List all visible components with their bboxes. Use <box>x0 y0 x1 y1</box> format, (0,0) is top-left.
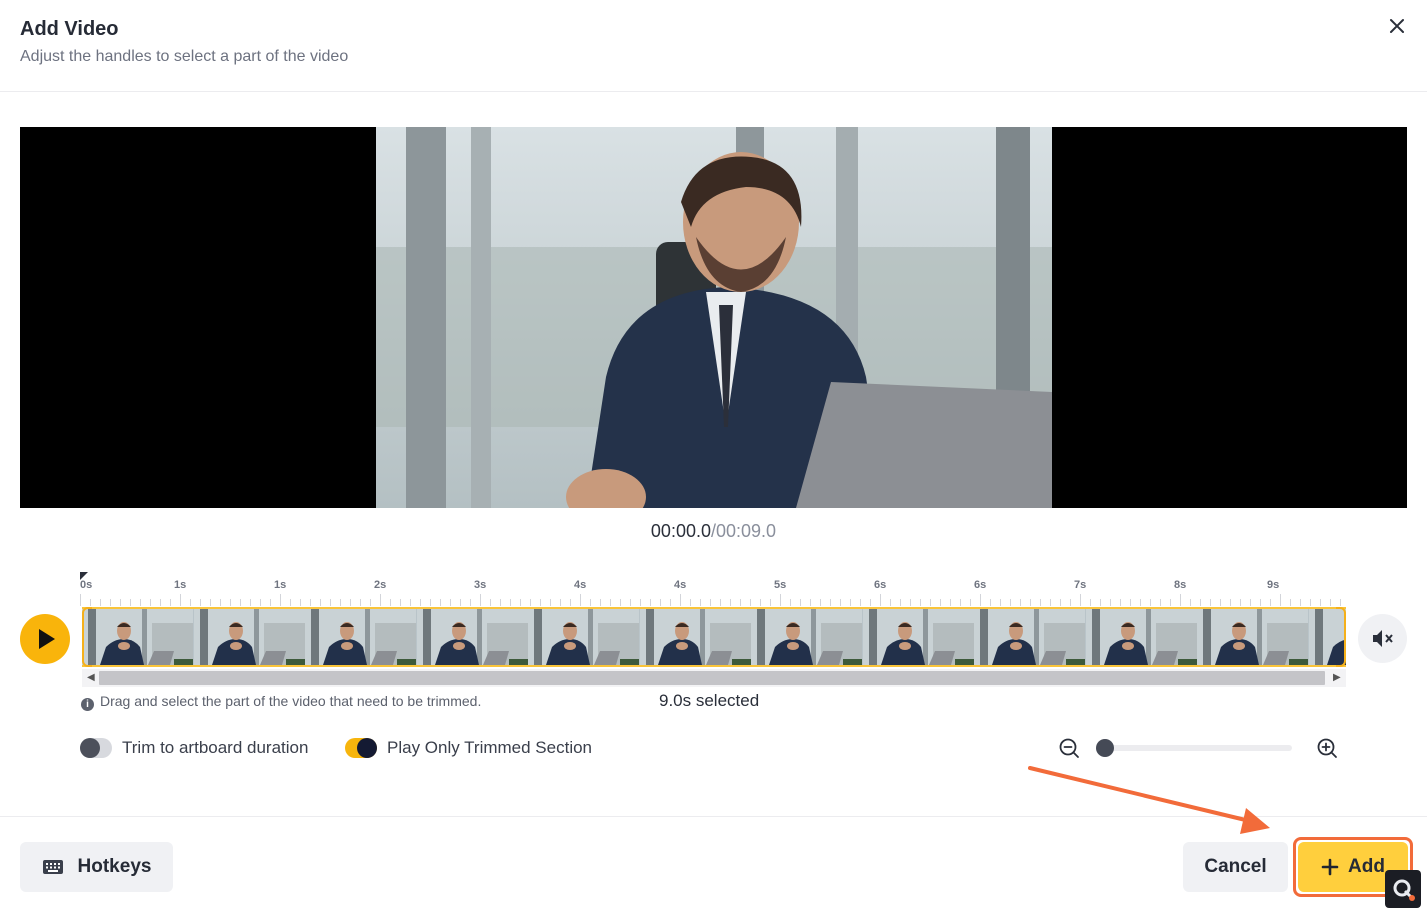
ruler-tick-label: 7s <box>1074 579 1087 591</box>
ruler-tick-label: 6s <box>874 579 887 591</box>
filmstrip-thumbnail <box>974 609 1085 665</box>
zoom-in-icon <box>1317 738 1337 758</box>
dialog-title: Add Video <box>20 18 119 40</box>
timeline-ruler[interactable]: 0s 1s 1s 2s 3s 4s 4s 5s 6s 6s 7s 8s 9s <box>80 572 1348 606</box>
footer-divider <box>0 816 1427 817</box>
plus-icon <box>1321 858 1339 876</box>
filmstrip[interactable] <box>82 607 1346 667</box>
filmstrip-thumbnail <box>639 609 751 665</box>
play-only-trimmed-toggle[interactable] <box>345 738 377 758</box>
play-icon <box>39 629 55 649</box>
zoom-out-icon <box>1059 738 1079 758</box>
trim-handle-start[interactable] <box>82 607 92 667</box>
scroll-right-arrow[interactable]: ▶ <box>1333 672 1341 683</box>
play-only-trimmed-label: Play Only Trimmed Section <box>387 738 593 757</box>
cursor-overlay-icon <box>1385 870 1421 908</box>
hotkeys-button[interactable]: Hotkeys <box>20 842 173 892</box>
cancel-button[interactable]: Cancel <box>1183 842 1288 892</box>
video-player[interactable] <box>20 127 1407 508</box>
duration-time: 00:09.0 <box>716 521 777 541</box>
keyboard-icon <box>42 860 63 874</box>
ruler-tick-label: 1s <box>174 579 187 591</box>
cancel-label: Cancel <box>1204 856 1267 877</box>
hotkeys-label: Hotkeys <box>77 856 152 877</box>
filmstrip-thumbnail <box>82 609 193 665</box>
zoom-in-button[interactable] <box>1316 737 1338 759</box>
current-time: 00:00.0 <box>650 521 711 541</box>
close-button[interactable] <box>1384 13 1410 39</box>
trim-to-artboard-toggle[interactable] <box>80 738 112 758</box>
trim-handle-end[interactable] <box>1336 607 1346 667</box>
mute-icon <box>1373 630 1393 647</box>
zoom-slider-track[interactable] <box>1096 745 1292 751</box>
video-frame <box>376 127 1052 508</box>
filmstrip-thumbnail <box>1197 609 1308 665</box>
ruler-tick-label: 0s <box>80 579 93 591</box>
info-icon: i <box>81 698 94 711</box>
ruler-tick-label: 4s <box>574 579 587 591</box>
ruler-tick-label: 3s <box>474 579 487 591</box>
zoom-out-button[interactable] <box>1058 737 1080 759</box>
toggle-knob <box>357 738 377 758</box>
trim-to-artboard-label: Trim to artboard duration <box>122 738 309 757</box>
ruler-tick-label: 2s <box>374 579 387 591</box>
filmstrip-thumbnail <box>416 609 528 665</box>
add-label: Add <box>1348 856 1385 877</box>
scrollbar-thumb[interactable] <box>99 671 1325 685</box>
selection-duration: 9.0s selected <box>659 691 760 710</box>
filmstrip-thumbnail <box>1085 609 1197 665</box>
ruler-tick-label: 5s <box>774 579 787 591</box>
filmstrip-thumbnail <box>862 609 974 665</box>
ruler-tick-label: 4s <box>674 579 687 591</box>
play-button[interactable] <box>20 614 70 664</box>
filmstrip-thumbnail <box>751 609 862 665</box>
ruler-tick-label: 1s <box>274 579 287 591</box>
dialog-subtitle: Adjust the handles to select a part of t… <box>20 48 349 65</box>
zoom-slider-handle[interactable] <box>1096 739 1114 757</box>
filmstrip-thumbnail <box>305 609 416 665</box>
ruler-tick-label: 8s <box>1174 579 1187 591</box>
filmstrip-thumbnail <box>193 609 305 665</box>
close-icon <box>1390 19 1404 33</box>
filmstrip-thumbnail <box>528 609 639 665</box>
dialog-header: Add Video Adjust the handles to select a… <box>0 0 1427 92</box>
timeline-scrollbar[interactable]: ◀ ▶ <box>82 669 1346 687</box>
ruler-tick-label: 6s <box>974 579 987 591</box>
toggle-knob <box>80 738 100 758</box>
timecode: 00:00.0/00:09.0 <box>0 521 1427 542</box>
annotation-arrow <box>1028 766 1270 834</box>
trim-hint: i Drag and select the part of the video t… <box>81 693 481 711</box>
scroll-left-arrow[interactable]: ◀ <box>87 672 95 683</box>
ruler-ticks <box>80 572 1341 606</box>
mute-button[interactable] <box>1358 614 1407 663</box>
ruler-tick-label: 9s <box>1267 579 1280 591</box>
trim-hint-text: Drag and select the part of the video th… <box>100 693 482 709</box>
